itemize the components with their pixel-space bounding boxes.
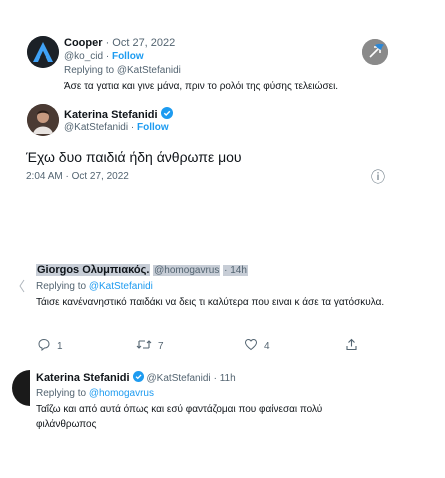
reply2-replying-handle[interactable]: @homogavrus	[89, 388, 154, 399]
katerina-avatar[interactable]	[27, 104, 59, 136]
retweet-icon	[136, 338, 152, 354]
reply2-handle[interactable]: @KatStefanidi	[147, 373, 211, 384]
reply2-text: Ταΐζω και από αυτά όπως και εσύ φαντάζομ…	[36, 404, 323, 430]
reply1-retweet-action[interactable]: 7	[136, 338, 164, 354]
cooper-follow-link[interactable]: Follow	[112, 51, 144, 62]
reply1-reply-action[interactable]: 1	[37, 338, 63, 354]
reply1-retweet-count: 7	[158, 340, 164, 352]
cooper-handle-row: @ko_cid · Follow	[64, 51, 144, 62]
share-icon	[345, 338, 358, 354]
cooper-avatar[interactable]	[27, 36, 59, 68]
verified-badge-icon	[132, 371, 144, 385]
reply1-name[interactable]: Giorgos Ολυμπιακός.	[36, 264, 151, 276]
reply1-like-count: 4	[264, 340, 270, 352]
info-icon[interactable]: ⓘ	[371, 167, 385, 187]
like-icon	[244, 338, 258, 354]
katerina-name[interactable]: Katerina Stefanidi	[64, 108, 158, 122]
cooper-handle[interactable]: @ko_cid	[64, 51, 103, 62]
reply1-text: Τάισε κανένανηστικό παιδάκι να δεις τι κ…	[36, 297, 385, 308]
katerina-tweet-text: Έχω δυο παιδιά ήδη άνθρωπε μου	[26, 149, 242, 165]
cooper-tweet-text: Άσε τα γατια και γινε μάνα, πριν το ρολό…	[64, 81, 339, 92]
reply1-replying-to: Replying to @KatStefanidi	[36, 281, 153, 292]
reply1-reply-count: 1	[57, 340, 63, 352]
cooper-name[interactable]: Cooper	[64, 37, 103, 49]
twitter-bird-icon[interactable]	[362, 39, 388, 65]
reply1-replying-handle[interactable]: @KatStefanidi	[89, 281, 153, 292]
cooper-replying-to: Replying to @KatStefanidi	[64, 65, 181, 76]
reply2-name[interactable]: Katerina Stefanidi	[36, 372, 130, 384]
thread-edge-marker	[18, 272, 26, 300]
cooper-header: Cooper · Oct 27, 2022	[64, 36, 175, 50]
reply1-handle[interactable]: @homogavrus	[153, 265, 221, 276]
reply-icon	[37, 338, 51, 354]
reply1-share-action[interactable]	[345, 338, 358, 354]
reply1-time[interactable]: · 14h	[223, 265, 248, 276]
reply1-like-action[interactable]: 4	[244, 338, 270, 354]
katerina-handle-row: @KatStefanidi · Follow	[64, 122, 169, 133]
reply2-time[interactable]: · 11h	[214, 373, 236, 384]
reply1-header: Giorgos Ολυμπιακός. @homogavrus · 14h	[36, 264, 248, 277]
reply2-avatar[interactable]	[12, 370, 30, 406]
katerina-follow-link[interactable]: Follow	[137, 122, 169, 133]
reply2-replying-to: Replying to @homogavrus	[36, 388, 154, 399]
cooper-date[interactable]: · Oct 27, 2022	[106, 37, 176, 49]
katerina-handle[interactable]: @KatStefanidi	[64, 122, 128, 133]
katerina-timestamp[interactable]: 2:04 AM · Oct 27, 2022	[26, 170, 129, 183]
reply2-header: Katerina Stefanidi @KatStefanidi · 11h	[36, 371, 236, 385]
cooper-replying-handle[interactable]: @KatStefanidi	[117, 65, 181, 76]
